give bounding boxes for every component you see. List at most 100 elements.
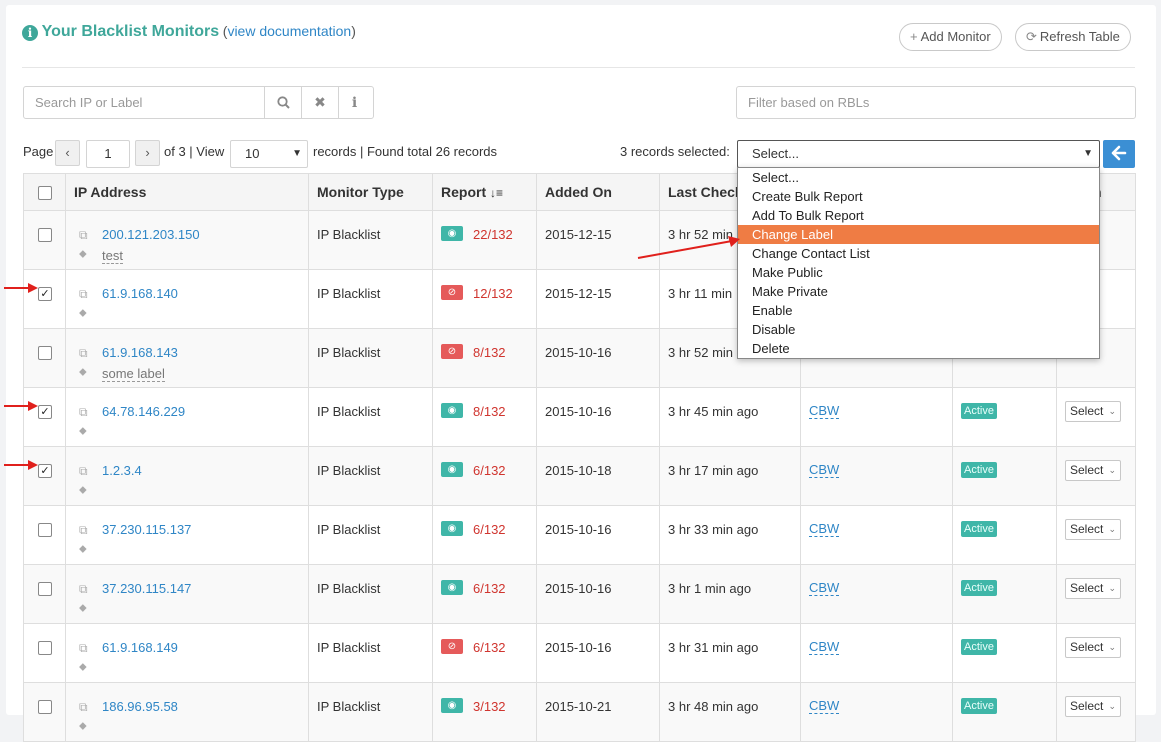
tag-icon[interactable]: ⬥ [79, 425, 87, 438]
report-count-link[interactable]: 22/132 [473, 227, 513, 242]
eye-icon[interactable]: ◉ [441, 521, 463, 536]
select-all-checkbox[interactable] [38, 186, 52, 200]
search-input[interactable]: Search IP or Label [24, 87, 264, 118]
cell-added: 2015-10-16 [536, 624, 659, 682]
report-count-link[interactable]: 12/132 [473, 286, 513, 301]
eye-icon[interactable]: ◉ [441, 403, 463, 418]
contact-list-link[interactable]: CBW [809, 463, 840, 478]
dropdown-option[interactable]: Create Bulk Report [738, 187, 1099, 206]
tag-icon[interactable]: ⬥ [79, 661, 87, 674]
search-info-button[interactable]: i [338, 87, 370, 118]
dropdown-option[interactable]: Change Contact List [738, 244, 1099, 263]
dropdown-option[interactable]: Make Private [738, 282, 1099, 301]
ip-address-link[interactable]: 200.121.203.150 [102, 227, 200, 242]
ip-address-link[interactable]: 61.9.168.149 [102, 640, 178, 655]
tag-icon[interactable]: ⬥ [79, 484, 87, 497]
ip-address-link[interactable]: 1.2.3.4 [102, 463, 142, 478]
contact-list-link[interactable]: CBW [809, 699, 840, 714]
header-ip[interactable]: IP Address [65, 174, 308, 210]
report-count-link[interactable]: 8/132 [473, 345, 506, 360]
row-checkbox[interactable] [38, 346, 52, 360]
row-action-select[interactable]: Select ⌄ [1065, 578, 1121, 599]
tag-icon[interactable]: ⬥ [79, 307, 87, 320]
row-checkbox[interactable] [38, 228, 52, 242]
rbl-filter-input[interactable]: Filter based on RBLs [736, 86, 1136, 119]
refresh-table-button[interactable]: ⟳ Refresh Table [1015, 23, 1131, 51]
eye-icon[interactable]: ◉ [441, 226, 463, 241]
header-type[interactable]: Monitor Type [308, 174, 432, 210]
records-per-page-select[interactable]: 10 ▼ [230, 140, 308, 168]
report-count-link[interactable]: 6/132 [473, 522, 506, 537]
monitor-label[interactable]: test [102, 249, 123, 264]
view-documentation-link[interactable]: view documentation [227, 23, 351, 39]
eye-slash-icon[interactable]: ⊘ [441, 285, 463, 300]
row-checkbox[interactable] [38, 700, 52, 714]
tag-icon[interactable]: ⬥ [79, 248, 87, 261]
eye-slash-icon[interactable]: ⊘ [441, 639, 463, 654]
dropdown-option[interactable]: Enable [738, 301, 1099, 320]
report-count-link[interactable]: 6/132 [473, 581, 506, 596]
bulk-action-select[interactable]: Select... ▼ [737, 140, 1100, 168]
monitor-label[interactable]: some label [102, 367, 165, 382]
eye-icon[interactable]: ◉ [441, 462, 463, 477]
search-button[interactable] [264, 87, 301, 118]
contact-list-link[interactable]: CBW [809, 522, 840, 537]
page-number-input[interactable]: 1 [86, 140, 130, 168]
row-action-select[interactable]: Select ⌄ [1065, 637, 1121, 658]
dropdown-option[interactable]: Delete [738, 339, 1099, 358]
row-action-select[interactable]: Select ⌄ [1065, 401, 1121, 422]
ip-address-link[interactable]: 61.9.168.143 [102, 345, 178, 360]
dropdown-option[interactable]: Change Label [738, 225, 1099, 244]
copy-icon[interactable]: ⧉ [79, 228, 88, 243]
row-action-select[interactable]: Select ⌄ [1065, 519, 1121, 540]
copy-icon[interactable]: ⧉ [79, 346, 88, 361]
copy-icon[interactable]: ⧉ [79, 641, 88, 656]
add-monitor-button[interactable]: + Add Monitor [899, 23, 1002, 51]
contact-list-link[interactable]: CBW [809, 640, 840, 655]
header-report-cell[interactable]: Report ↓≡ [432, 174, 536, 210]
copy-icon[interactable]: ⧉ [79, 700, 88, 715]
eye-icon[interactable]: ◉ [441, 580, 463, 595]
copy-icon[interactable]: ⧉ [79, 464, 88, 479]
report-count-link[interactable]: 3/132 [473, 699, 506, 714]
last-check: 3 hr 11 min [668, 286, 733, 301]
report-count-link[interactable]: 6/132 [473, 463, 506, 478]
contact-list-link[interactable]: CBW [809, 581, 840, 596]
tag-icon[interactable]: ⬥ [79, 543, 87, 556]
dropdown-option[interactable]: Make Public [738, 263, 1099, 282]
prev-page-button[interactable]: ‹ [55, 140, 80, 166]
dropdown-option[interactable]: Disable [738, 320, 1099, 339]
row-checkbox[interactable]: ✓ [38, 287, 52, 301]
cell-ip: ⧉ 200.121.203.150 ⬥ test [65, 211, 308, 269]
report-count-link[interactable]: 8/132 [473, 404, 506, 419]
row-action-select[interactable]: Select ⌄ [1065, 696, 1121, 717]
clear-search-button[interactable]: ✖ [301, 87, 338, 118]
ip-address-link[interactable]: 61.9.168.140 [102, 286, 178, 301]
contact-list-link[interactable]: CBW [809, 404, 840, 419]
ip-address-link[interactable]: 64.78.146.229 [102, 404, 185, 419]
row-action-select[interactable]: Select ⌄ [1065, 460, 1121, 481]
row-checkbox[interactable]: ✓ [38, 405, 52, 419]
report-count-link[interactable]: 6/132 [473, 640, 506, 655]
header-added[interactable]: Added On [536, 174, 659, 210]
tag-icon[interactable]: ⬥ [79, 720, 87, 733]
row-checkbox[interactable] [38, 582, 52, 596]
ip-address-link[interactable]: 186.96.95.58 [102, 699, 178, 714]
tag-icon[interactable]: ⬥ [79, 366, 87, 379]
dropdown-option[interactable]: Select... [738, 168, 1099, 187]
row-checkbox[interactable]: ✓ [38, 464, 52, 478]
row-checkbox[interactable] [38, 523, 52, 537]
ip-address-link[interactable]: 37.230.115.137 [102, 522, 191, 537]
dropdown-option[interactable]: Add To Bulk Report [738, 206, 1099, 225]
eye-slash-icon[interactable]: ⊘ [441, 344, 463, 359]
copy-icon[interactable]: ⧉ [79, 287, 88, 302]
next-page-button[interactable]: › [135, 140, 160, 166]
ip-address-link[interactable]: 37.230.115.147 [102, 581, 191, 596]
status-badge: Active [961, 639, 997, 655]
apply-bulk-action-button[interactable] [1103, 140, 1135, 168]
tag-icon[interactable]: ⬥ [79, 602, 87, 615]
copy-icon[interactable]: ⧉ [79, 523, 88, 538]
copy-icon[interactable]: ⧉ [79, 582, 88, 597]
row-checkbox[interactable] [38, 641, 52, 655]
copy-icon[interactable]: ⧉ [79, 405, 88, 420]
